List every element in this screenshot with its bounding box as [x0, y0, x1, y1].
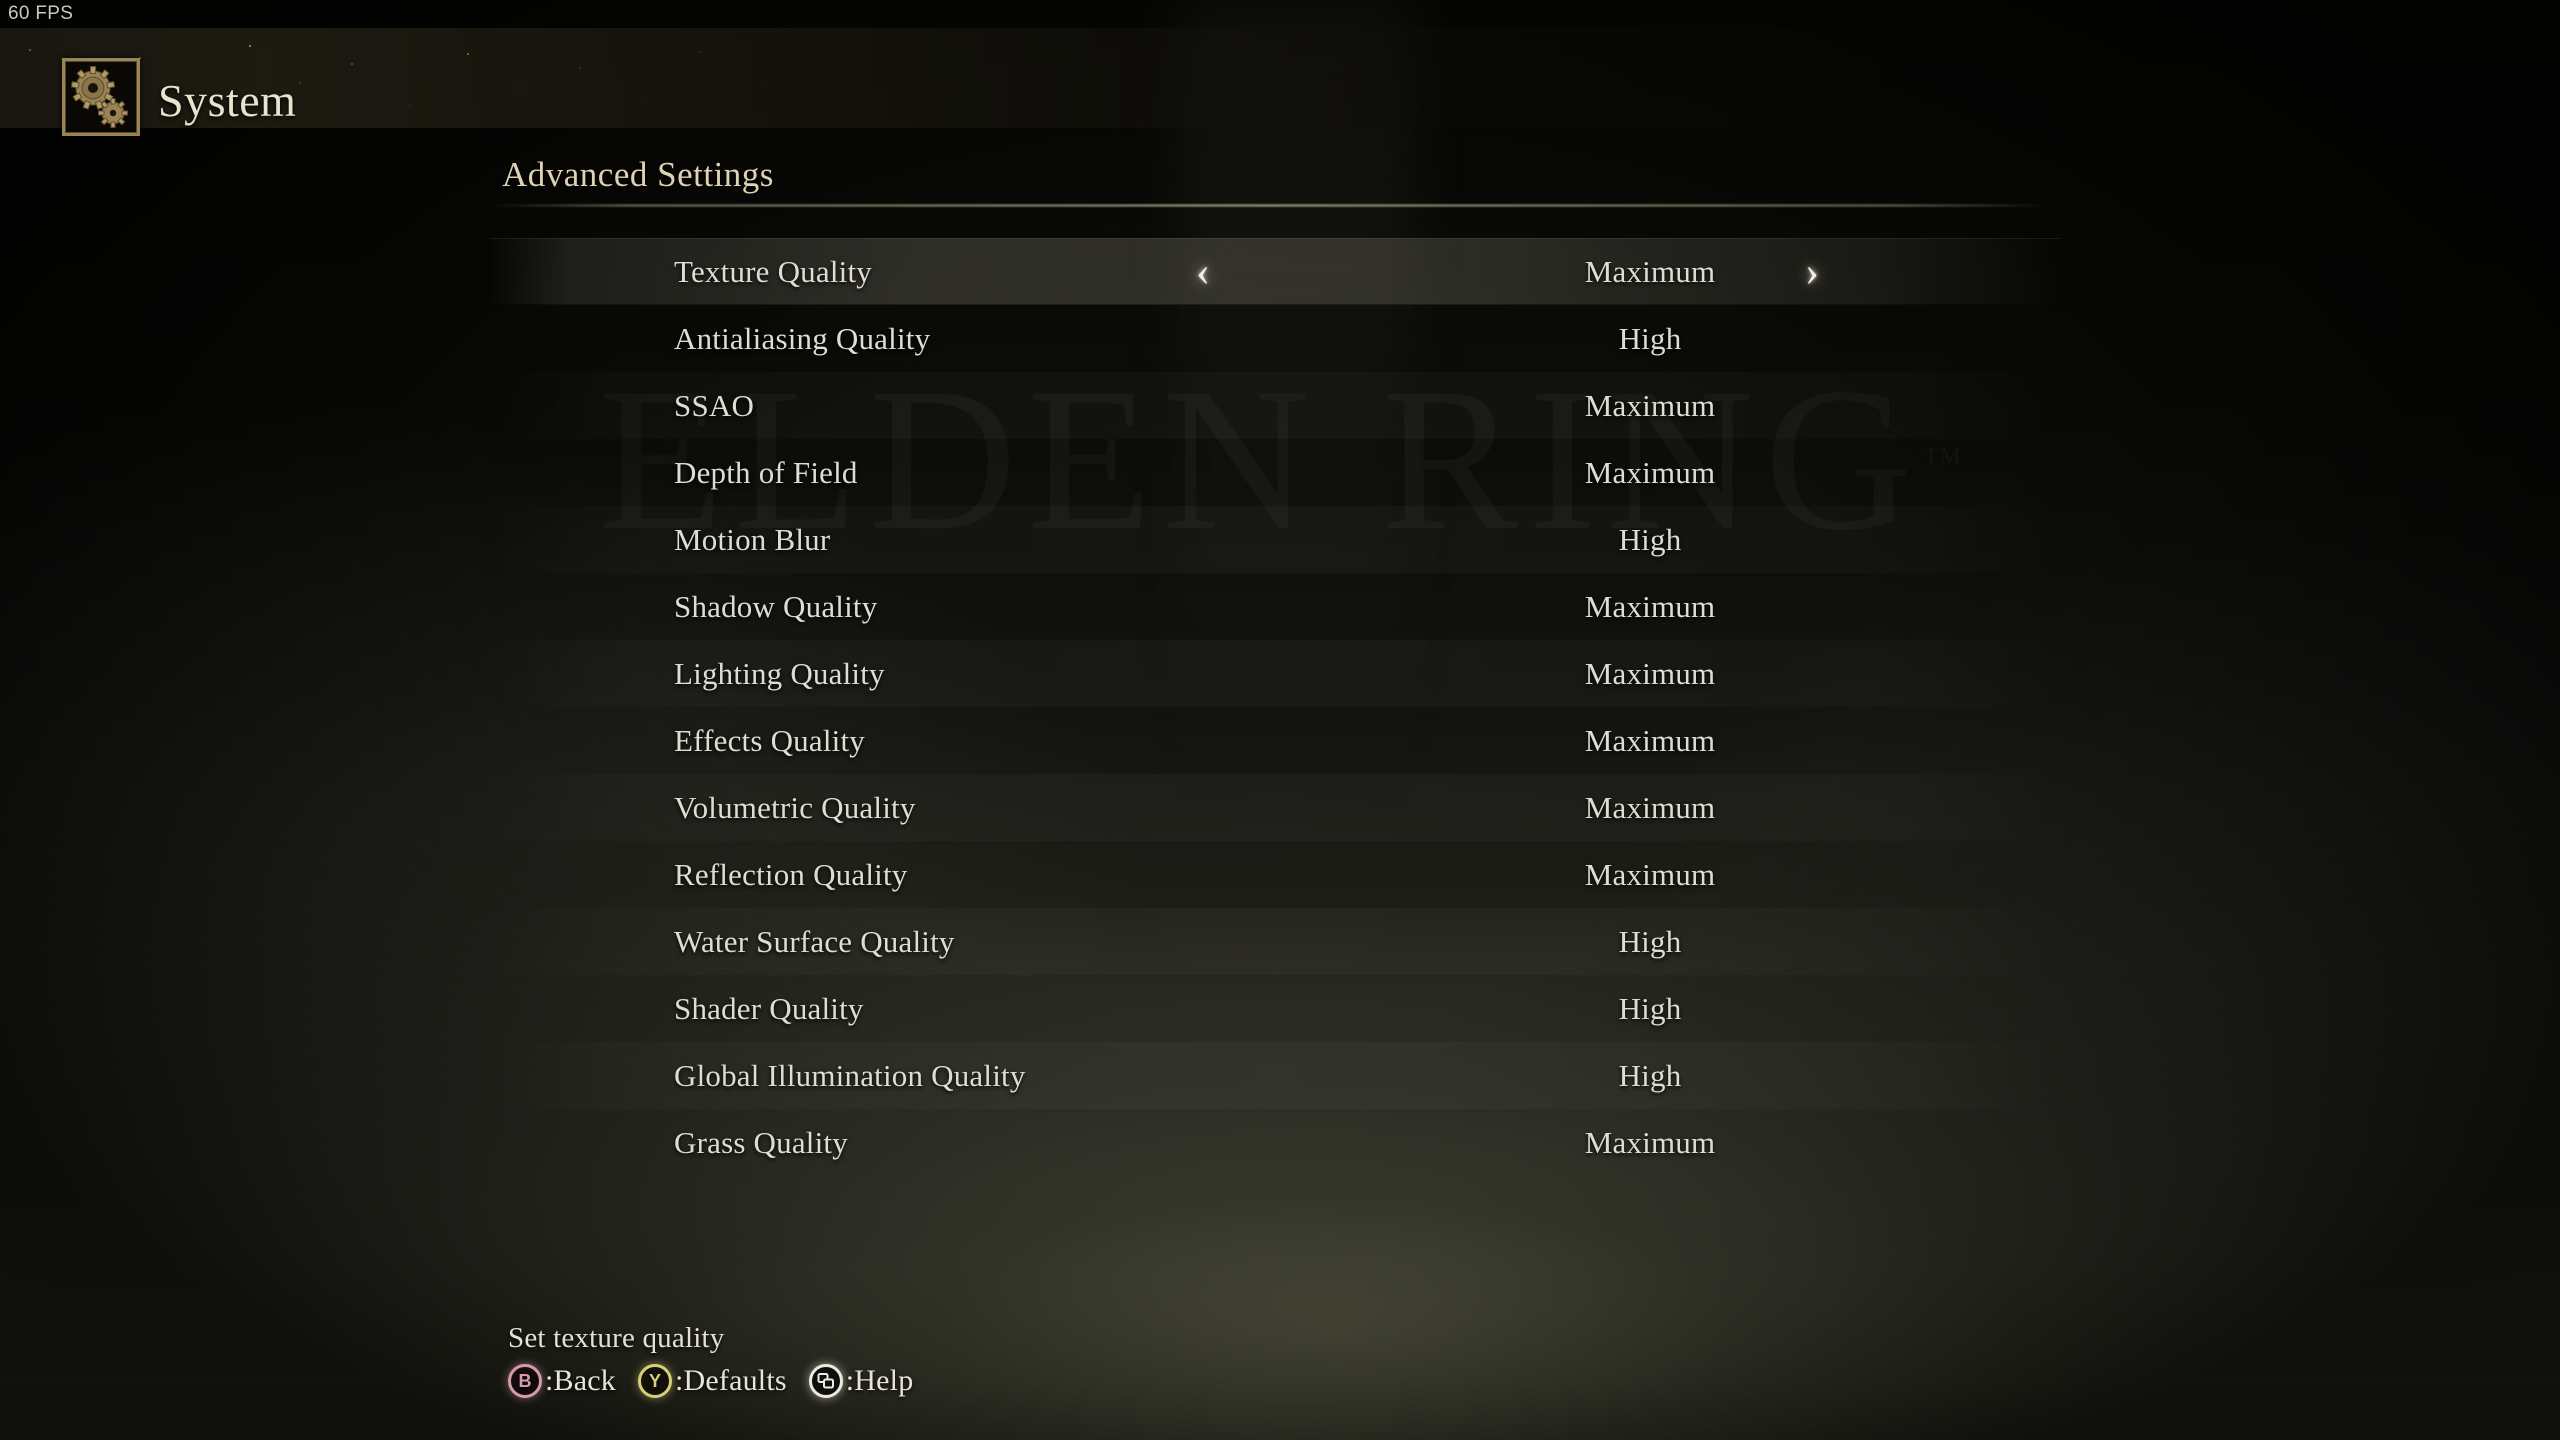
chevron-left-icon[interactable]: ‹	[1196, 251, 1210, 293]
setting-row[interactable]: Volumetric Quality Maximum	[0, 774, 2560, 841]
setting-value: Maximum	[1584, 588, 1716, 624]
setting-label: Lighting Quality	[674, 655, 885, 691]
setting-row[interactable]: Effects Quality Maximum	[0, 707, 2560, 774]
setting-value: Maximum	[1584, 253, 1716, 289]
setting-label: Depth of Field	[674, 454, 858, 490]
button-y-letter: Y	[648, 1370, 661, 1391]
game-settings-screen: ELDEN RING™ 60 FPS	[0, 0, 2560, 1440]
setting-row[interactable]: SSAO Maximum	[0, 372, 2560, 439]
setting-value: Maximum	[1584, 789, 1716, 825]
setting-value: Maximum	[1584, 387, 1716, 423]
setting-row[interactable]: Shader Quality High	[0, 975, 2560, 1042]
setting-label: Volumetric Quality	[674, 789, 916, 825]
setting-label: Antialiasing Quality	[674, 320, 931, 356]
section-divider	[490, 204, 2050, 207]
prompt-back[interactable]: B :Back	[508, 1364, 616, 1398]
prompt-back-label: :Back	[545, 1364, 616, 1397]
prompt-help[interactable]: :Help	[808, 1364, 914, 1398]
setting-value: High	[1618, 320, 1682, 356]
setting-label: Shadow Quality	[674, 588, 878, 624]
setting-row[interactable]: Texture Quality ‹ › Maximum	[0, 238, 2560, 305]
setting-row[interactable]: Reflection Quality Maximum	[0, 841, 2560, 908]
page-header: System	[0, 28, 2200, 136]
prompt-help-label: :Help	[845, 1364, 914, 1397]
setting-value: High	[1618, 990, 1682, 1026]
setting-label: Effects Quality	[674, 722, 865, 758]
setting-label: Reflection Quality	[674, 856, 908, 892]
setting-row[interactable]: Motion Blur High	[0, 506, 2560, 573]
setting-label: Water Surface Quality	[674, 923, 955, 959]
button-b-icon: B	[508, 1364, 542, 1398]
footer: Set texture quality B :Back Y :Defaults	[508, 1322, 913, 1398]
prompt-defaults-label: :Defaults	[674, 1364, 787, 1397]
button-b-letter: B	[518, 1370, 532, 1391]
footer-description: Set texture quality	[508, 1322, 725, 1354]
chevron-right-icon[interactable]: ›	[1805, 251, 1819, 293]
setting-label: Shader Quality	[674, 990, 864, 1026]
help-window-icon-glyph	[817, 1373, 834, 1389]
setting-value: High	[1618, 1057, 1682, 1093]
setting-label: Global Illumination Quality	[674, 1057, 1026, 1093]
fps-counter: 60 FPS	[8, 3, 74, 24]
setting-row[interactable]: Water Surface Quality High	[0, 908, 2560, 975]
footer-button-prompts: B :Back Y :Defaults :Help	[508, 1364, 913, 1398]
setting-value: Maximum	[1584, 856, 1716, 892]
help-window-icon	[808, 1364, 843, 1398]
setting-value: Maximum	[1584, 1124, 1716, 1160]
page-title: System	[158, 75, 297, 126]
setting-row[interactable]: Antialiasing Quality High	[0, 305, 2560, 372]
setting-label: SSAO	[674, 387, 755, 423]
setting-label: Motion Blur	[674, 521, 831, 557]
settings-list: Texture Quality ‹ › Maximum Antialiasing Qua…	[0, 238, 2560, 1176]
button-y-icon: Y	[637, 1364, 672, 1398]
gears-icon	[62, 58, 140, 136]
setting-label: Grass Quality	[674, 1124, 848, 1160]
setting-row[interactable]: Depth of Field Maximum	[0, 439, 2560, 506]
setting-value: High	[1618, 923, 1682, 959]
setting-row[interactable]: Global Illumination Quality High	[0, 1042, 2560, 1109]
setting-value: Maximum	[1584, 722, 1716, 758]
prompt-defaults[interactable]: Y :Defaults	[637, 1364, 787, 1398]
setting-row[interactable]: Grass Quality Maximum	[0, 1109, 2560, 1176]
gears-icon-glyph	[70, 66, 128, 128]
setting-value: Maximum	[1584, 454, 1716, 490]
setting-value: High	[1618, 521, 1682, 557]
setting-row[interactable]: Shadow Quality Maximum	[0, 573, 2560, 640]
setting-row[interactable]: Lighting Quality Maximum	[0, 640, 2560, 707]
section-title: Advanced Settings	[502, 155, 774, 194]
setting-value: Maximum	[1584, 655, 1716, 691]
setting-label: Texture Quality	[674, 253, 872, 289]
